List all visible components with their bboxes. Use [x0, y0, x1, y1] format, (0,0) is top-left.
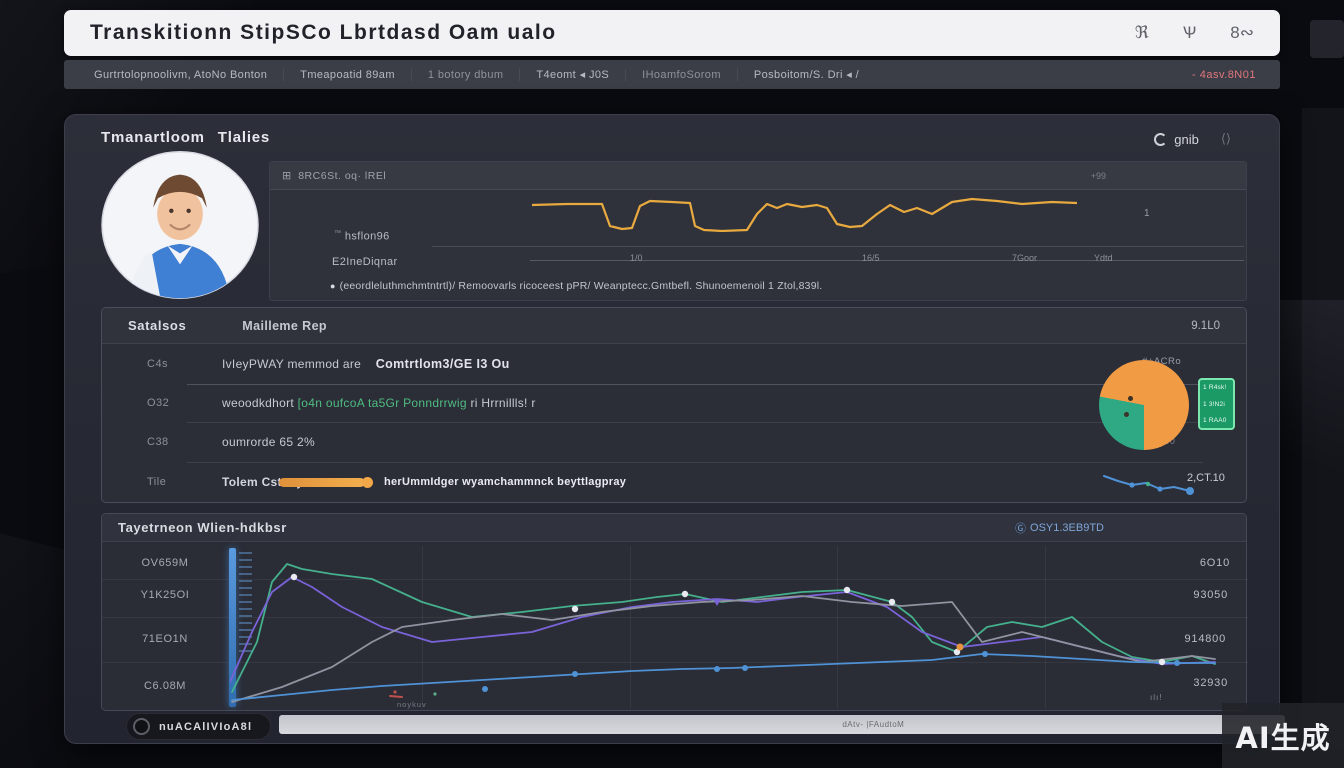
overview-series1-label: ™ hsflon96	[334, 230, 390, 243]
y-label-2: 71EO1N	[110, 633, 220, 645]
nav-bar: Gurtrtolopnoolivm, AtoNo Bonton Tmeapoat…	[64, 60, 1280, 89]
overview-panel: ⊞ 8RC6St. oq· lREl +99 ™ hsflon96 E2IneD…	[269, 161, 1247, 301]
pie-dot	[1124, 412, 1129, 417]
row-divider	[187, 384, 1203, 385]
app-title: Transkitionn StipSCo Lbrtdasd Oam ualo	[90, 21, 557, 45]
nav-change-value: - 4asv.8N01	[1192, 69, 1266, 81]
main-card: Tmanartloom Tlalies gnib ⟨⟩	[64, 114, 1280, 744]
row-divider	[187, 422, 1203, 423]
tm-icon: ™	[334, 230, 341, 237]
nav-item-2[interactable]: 1 botory dbum	[411, 69, 520, 81]
legend-item-1: 1 3!N2i	[1203, 401, 1230, 408]
legend-item-2: 1 RAA0	[1203, 417, 1230, 424]
row-divider	[187, 462, 1203, 463]
window-header: Transkitionn StipSCo Lbrtdasd Oam ualo ℜ…	[64, 10, 1280, 56]
row1-text: IvIeyPWAY memmod are Comtrtlom3/GE I3 Ou	[222, 357, 510, 371]
row4-key: Tile	[147, 476, 166, 488]
stats-header: Satalsos Mailleme Rep 9.1L0	[102, 308, 1246, 344]
table-row[interactable]: O32 weoodkdhort [o4n oufcoA ta5Gr Ponndr…	[102, 386, 1102, 420]
ai-watermark: AI生成	[1222, 703, 1344, 768]
overview-note-text: (eeordleluthmchmtntrtl)/ Remoovarls rico…	[340, 280, 823, 293]
bg-right-wedge	[1280, 300, 1344, 530]
row1-text-strong: Comtrtlom3/GE I3 Ou	[376, 357, 510, 371]
nav-item-3[interactable]: T4eomt ◂ J0S	[519, 68, 625, 81]
stats-panel: Satalsos Mailleme Rep 9.1L0 C4s IvIeyPWA…	[101, 307, 1247, 503]
stats-subtitle: Mailleme Rep	[242, 319, 327, 333]
app-screen: Transkitionn StipSCo Lbrtdasd Oam ualo ℜ…	[0, 0, 1344, 768]
overview-marker: 1	[1144, 208, 1150, 219]
timeseries-value: Ⓖ OSY1.3EB9TD	[1015, 520, 1104, 536]
code-icon[interactable]: ⟨⟩	[1221, 131, 1231, 147]
row3-key: C38	[147, 436, 169, 448]
y-label-1: Y1K25OI	[110, 589, 220, 601]
share-link-icon[interactable]: 8∾	[1230, 23, 1254, 43]
row3-text: oumrorde 65 2%	[222, 435, 315, 449]
refresh-label: gnib	[1174, 132, 1199, 147]
refresh-button[interactable]: gnib	[1154, 132, 1199, 147]
y-label-0: OV659M	[110, 557, 220, 569]
globe-icon: Ⓖ	[1015, 520, 1026, 536]
x-tick-0: 1/0	[630, 253, 643, 263]
y-label-3: C6.08M	[110, 680, 220, 692]
table-row[interactable]: Tile Tolem Cstxny herUmmIdger wyamchammn…	[102, 464, 1102, 502]
row-sparkline-chart	[1102, 468, 1194, 498]
overview-toolbar: ⊞ 8RC6St. oq· lREl +99	[270, 162, 1246, 190]
table-row[interactable]: C4s IvIeyPWAY memmod are Comtrtlom3/GE I…	[102, 348, 1102, 382]
timeseries-header: Tayetrneon Wlien-hdkbsr Ⓖ OSY1.3EB9TD	[102, 514, 1246, 542]
record-icon	[133, 718, 150, 735]
nav-item-0[interactable]: Gurtrtolopnoolivm, AtoNo Bonton	[78, 69, 283, 81]
stats-pie-chart	[1099, 360, 1189, 450]
overview-series2-label: E2IneDiqnar	[332, 256, 398, 268]
table-row[interactable]: C38 oumrorde 65 2%	[102, 424, 1102, 460]
overview-meta: 8RC6St. oq· lREl	[298, 170, 386, 182]
refresh-icon	[1154, 133, 1167, 146]
x-tick-1: 16/5	[862, 253, 880, 263]
progress-bar	[279, 478, 365, 487]
footer-scrollbar[interactable]: dAtv- |FAudtoM	[279, 715, 1285, 734]
footer-chip-label: nuACAlIVIoA8l	[159, 721, 252, 733]
footer-bar-note: dAtv- |FAudtoM	[842, 720, 904, 729]
ornament-badge-icon[interactable]: ℜ	[1135, 23, 1149, 43]
header-icon-group: ℜ Ѱ 8∾	[1135, 23, 1254, 43]
row2-text: weoodkdhort [o4n oufcoA ta5Gr Ponndrrwig…	[222, 396, 536, 410]
row2-green-link[interactable]: [o4n oufcoA ta5Gr Ponndrrwig	[298, 396, 467, 410]
card-actions: gnib ⟨⟩	[1154, 131, 1231, 147]
progress-dot	[362, 477, 373, 488]
x-tick-2: 7Goor	[1012, 253, 1037, 263]
stats-header-value: 9.1L0	[1191, 320, 1220, 332]
corner-block	[1310, 20, 1344, 58]
grid-icon: ⊞	[282, 169, 291, 182]
row4-right-value: 2,CT.10	[1187, 472, 1225, 484]
row2-key: O32	[147, 397, 169, 409]
pie-legend: 1 R4sk! 1 3!N2i 1 RAA0	[1198, 378, 1235, 430]
avatar	[101, 151, 259, 299]
x-tick-3: Ydtd	[1094, 253, 1113, 263]
timeseries-panel: Tayetrneon Wlien-hdkbsr Ⓖ OSY1.3EB9TD OV…	[101, 513, 1247, 711]
stats-title: Satalsos	[128, 318, 186, 333]
timeseries-chart	[230, 544, 1245, 710]
nav-item-1[interactable]: Tmeapoatid 89am	[283, 69, 411, 81]
overview-sparkline-chart	[532, 192, 1077, 232]
legend-item-0: 1 R4sk!	[1203, 384, 1230, 391]
bullet-icon: ●	[330, 280, 336, 293]
row4-note: herUmmIdger wyamchammnck beyttlagpray	[384, 476, 626, 488]
chart-tiny-note: ılı!	[1150, 694, 1162, 702]
card-title: Tmanartloom Tlalies	[101, 129, 270, 146]
nav-item-4[interactable]: IHoamfoSorom	[625, 69, 737, 81]
row1-key: C4s	[147, 358, 168, 370]
chart-axis-note: noykuv	[397, 700, 427, 709]
timeseries-title: Tayetrneon Wlien-hdkbsr	[118, 520, 287, 535]
ornament-seal-icon[interactable]: Ѱ	[1183, 23, 1197, 43]
overview-counter: +99	[1091, 171, 1106, 181]
overview-rule-a	[432, 246, 1244, 247]
footer-chip[interactable]: nuACAlIVIoA8l	[126, 713, 271, 740]
nav-item-5[interactable]: Posboitom/S. Dri ◂ /	[737, 68, 875, 81]
pie-dot	[1128, 396, 1133, 401]
overview-note: ● (eeordleluthmchmtntrtl)/ Remoovarls ri…	[330, 280, 1210, 293]
